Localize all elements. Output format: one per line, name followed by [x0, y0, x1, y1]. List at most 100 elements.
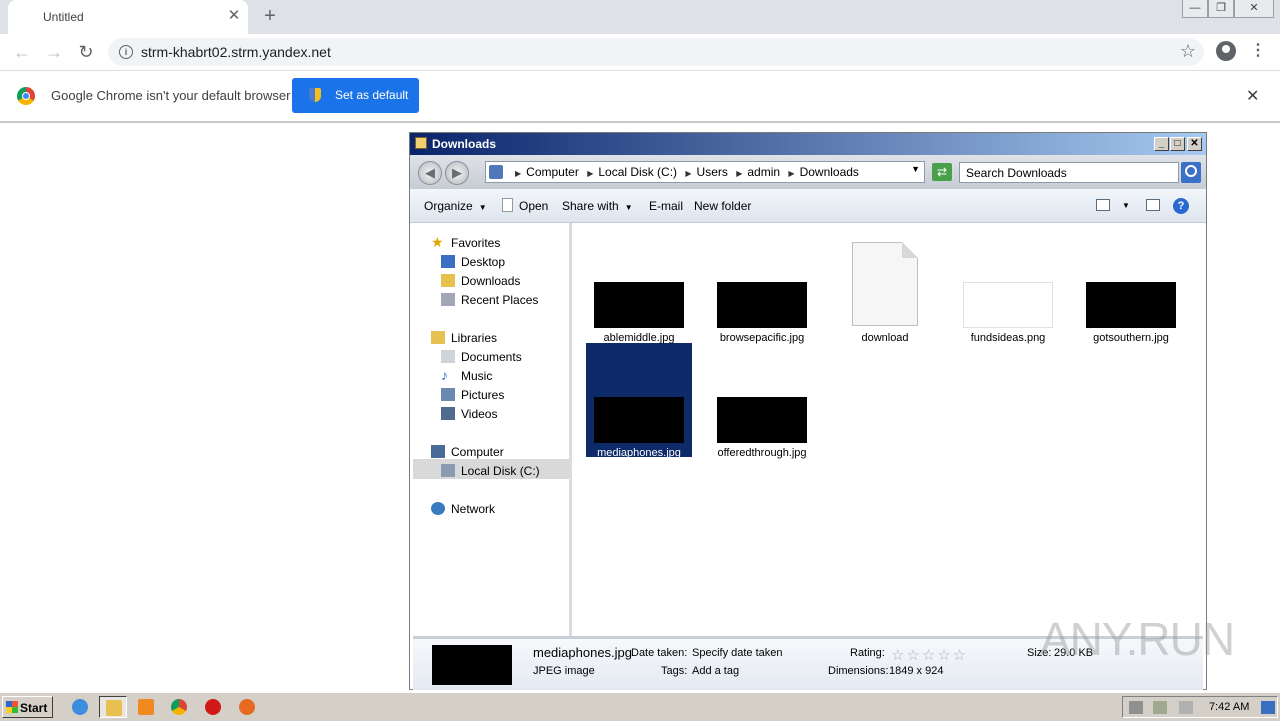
nav-label: Recent Places	[461, 293, 539, 307]
nav-label: Documents	[461, 350, 522, 364]
breadcrumb-computer[interactable]: Computer	[526, 165, 579, 179]
organize-button[interactable]: Organize ▼	[424, 199, 487, 213]
image-thumbnail	[1086, 282, 1176, 328]
breadcrumb-downloads[interactable]: Downloads	[800, 165, 859, 179]
nav-label: Pictures	[461, 388, 505, 402]
refresh-icon[interactable]: ⇄	[932, 163, 952, 181]
file-name: download	[861, 332, 909, 344]
set-as-default-label: Set as default	[335, 88, 409, 102]
start-button[interactable]: Start	[2, 696, 53, 718]
file-item[interactable]: fundsideas.png	[956, 228, 1060, 344]
taskbar-explorer[interactable]	[99, 696, 127, 718]
breadcrumb-users[interactable]: Users	[697, 165, 728, 179]
breadcrumb: ▶ Computer ▶ Local Disk (C:) ▶ Users ▶ admin…	[515, 165, 859, 179]
details-file-type: JPEG image	[533, 665, 595, 677]
nav-label: Downloads	[461, 274, 521, 288]
infobar-message: Google Chrome isn't your default browser	[51, 88, 291, 103]
explorer-back-button[interactable]: ◀	[418, 161, 442, 185]
file-item[interactable]: gotsouthern.jpg	[1079, 228, 1183, 344]
explorer-minimize-button[interactable]: _	[1154, 137, 1169, 151]
nav-label: Network	[451, 502, 496, 516]
firefox-icon	[239, 699, 255, 715]
email-button[interactable]: E-mail	[649, 199, 683, 213]
share-with-button[interactable]: Share with ▼	[562, 199, 633, 213]
breadcrumb-admin[interactable]: admin	[747, 165, 780, 179]
show-desktop-icon[interactable]	[1261, 701, 1275, 714]
file-item[interactable]: browsepacific.jpg	[710, 228, 814, 344]
tab-close-icon[interactable]: ✕	[224, 6, 244, 26]
chrome-logo-icon	[17, 87, 35, 105]
tags-value[interactable]: Add a tag	[692, 665, 739, 677]
close-window-button[interactable]: ✕	[1234, 0, 1274, 18]
breadcrumb-local-disk[interactable]: Local Disk (C:)	[598, 165, 677, 179]
explorer-address-bar[interactable]: ▶ Computer ▶ Local Disk (C:) ▶ Users ▶ admin…	[485, 161, 925, 183]
file-item[interactable]: download	[833, 228, 937, 344]
infobar-close-icon[interactable]: ✕	[1246, 86, 1259, 106]
details-thumbnail	[432, 645, 512, 685]
navigation-pane: ★ Favorites Desktop Downloads Recent Plac…	[413, 223, 572, 636]
documents-icon	[441, 350, 455, 363]
image-thumbnail	[717, 282, 807, 328]
info-icon[interactable]: i	[119, 45, 133, 59]
bookmark-star-icon[interactable]: ☆	[1180, 41, 1196, 62]
explorer-navbar: ◀ ▶ ▶ Computer ▶ Local Disk (C:) ▶ Users ▶ a…	[410, 155, 1206, 189]
chrome-menu-icon[interactable]: ⋮	[1250, 42, 1266, 62]
nav-label: Libraries	[451, 331, 498, 345]
search-input[interactable]: Search Downloads	[959, 162, 1179, 183]
open-button[interactable]: Open	[519, 199, 548, 213]
taskbar-firefox[interactable]	[233, 696, 261, 718]
explorer-title: Downloads	[432, 137, 497, 151]
flag-icon[interactable]	[1179, 701, 1193, 714]
recent-places-icon	[441, 293, 455, 306]
date-taken-value[interactable]: Specify date taken	[692, 647, 783, 659]
chevron-down-icon[interactable]: ▼	[911, 164, 920, 174]
explorer-window: Downloads _ □ ✕ ◀ ▶ ▶ Computer ▶ Local Dis…	[409, 132, 1207, 690]
profile-avatar-icon[interactable]	[1216, 41, 1236, 61]
explorer-folder-icon	[106, 700, 122, 716]
restore-button[interactable]: ❐	[1208, 0, 1234, 18]
file-item-selected[interactable]: mediaphones.jpg	[587, 343, 691, 459]
speaker-icon[interactable]	[1129, 701, 1143, 714]
image-thumbnail	[594, 397, 684, 443]
new-folder-button[interactable]: New folder	[694, 199, 751, 213]
taskbar-ie[interactable]	[66, 696, 94, 718]
browser-tab[interactable]: Untitled ✕	[8, 0, 248, 34]
set-as-default-button[interactable]: Set as default	[292, 78, 419, 113]
help-icon[interactable]: ?	[1173, 198, 1189, 214]
date-taken-label: Date taken:	[631, 647, 688, 659]
opera-icon	[205, 699, 221, 715]
forward-button[interactable]: →	[42, 41, 66, 63]
taskbar-opera[interactable]	[199, 696, 227, 718]
media-player-icon	[138, 699, 154, 715]
search-icon[interactable]	[1181, 162, 1201, 183]
nav-label: Computer	[451, 445, 504, 459]
network-tray-icon[interactable]	[1153, 701, 1167, 714]
image-thumbnail	[717, 397, 807, 443]
reload-button[interactable]: ↻	[74, 41, 98, 63]
nav-label: Local Disk (C:)	[461, 464, 540, 478]
preview-pane-icon[interactable]	[1146, 199, 1160, 211]
file-item[interactable]: ablemiddle.jpg	[587, 228, 691, 344]
file-item[interactable]: offeredthrough.jpg	[710, 343, 814, 459]
tags-label: Tags:	[661, 665, 688, 677]
back-button[interactable]: ←	[10, 41, 34, 63]
explorer-maximize-button[interactable]: □	[1170, 137, 1185, 151]
explorer-close-button[interactable]: ✕	[1187, 137, 1202, 151]
rating-stars[interactable]: ☆☆☆☆☆	[891, 646, 968, 664]
view-icon[interactable]	[1096, 199, 1110, 211]
taskbar-media-player[interactable]	[132, 696, 160, 718]
new-tab-button[interactable]: +	[258, 4, 282, 28]
drive-icon	[441, 464, 455, 477]
system-tray: 7:42 AM	[1122, 696, 1278, 718]
shield-icon	[309, 88, 321, 102]
taskbar-chrome[interactable]	[165, 696, 193, 718]
minimize-button[interactable]: —	[1182, 0, 1208, 18]
address-bar[interactable]: i strm-khabrt02.strm.yandex.net ☆	[108, 38, 1204, 66]
tab-strip: Untitled ✕ + — ❐ ✕	[0, 0, 1280, 34]
blank-file-icon	[852, 242, 918, 326]
rating-label: Rating:	[850, 647, 885, 659]
explorer-forward-button[interactable]: ▶	[445, 161, 469, 185]
explorer-titlebar[interactable]: Downloads _ □ ✕	[410, 133, 1206, 155]
clock[interactable]: 7:42 AM	[1209, 701, 1249, 713]
view-dropdown-icon[interactable]: ▼	[1122, 201, 1130, 210]
